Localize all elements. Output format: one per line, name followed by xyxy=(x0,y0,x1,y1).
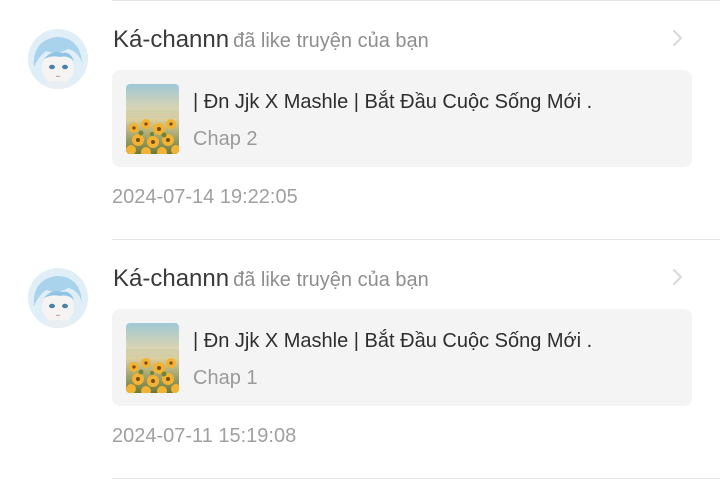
user-avatar[interactable] xyxy=(28,29,88,89)
chapter-label: Chap 2 xyxy=(193,128,258,150)
story-card[interactable]: | Đn Jjk X Mashle | Bắt Đầu Cuộc Sống Mớ… xyxy=(112,309,692,406)
chevron-right-icon[interactable] xyxy=(668,28,688,48)
story-title: | Đn Jjk X Mashle | Bắt Đầu Cuộc Sống Mớ… xyxy=(193,330,593,352)
story-title: | Đn Jjk X Mashle | Bắt Đầu Cuộc Sống Mớ… xyxy=(193,91,593,113)
user-avatar[interactable] xyxy=(28,268,88,328)
username[interactable]: Ká-channn xyxy=(113,26,229,53)
chapter-label: Chap 1 xyxy=(193,367,258,389)
story-cover-image xyxy=(126,84,179,154)
notification-item[interactable]: Ká-channn đã like truyện của bạn | Đn Jj… xyxy=(0,239,720,478)
notification-item[interactable]: Ká-channn đã like truyện của bạn | Đn Jj… xyxy=(0,0,720,239)
action-text: đã like truyện của bạn xyxy=(233,269,429,291)
timestamp: 2024-07-11 15:19:08 xyxy=(112,425,297,447)
story-cover-image xyxy=(126,323,179,393)
username[interactable]: Ká-channn xyxy=(113,265,229,292)
notification-header: Ká-channn đã like truyện của bạn xyxy=(113,264,429,297)
item-divider xyxy=(112,478,720,479)
chevron-right-icon[interactable] xyxy=(668,267,688,287)
notification-header: Ká-channn đã like truyện của bạn xyxy=(113,25,429,58)
story-card[interactable]: | Đn Jjk X Mashle | Bắt Đầu Cuộc Sống Mớ… xyxy=(112,70,692,167)
action-text: đã like truyện của bạn xyxy=(233,30,429,52)
timestamp: 2024-07-14 19:22:05 xyxy=(112,186,298,208)
